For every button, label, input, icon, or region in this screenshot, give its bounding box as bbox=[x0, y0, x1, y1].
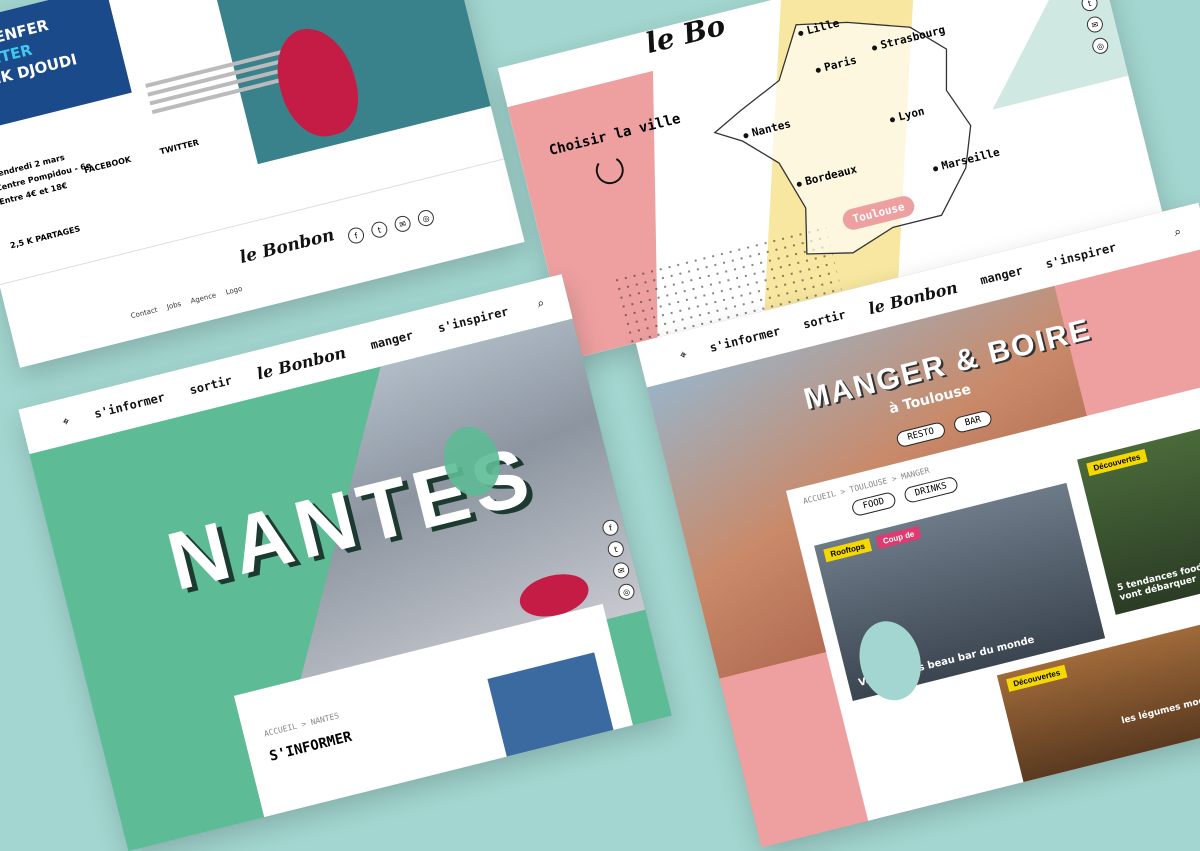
france-outline bbox=[713, 21, 972, 255]
mail-icon[interactable]: ✉ bbox=[392, 214, 413, 234]
nav-sortir[interactable]: sortir bbox=[188, 373, 233, 397]
agence-link[interactable]: Agence bbox=[190, 291, 217, 305]
event-details: Vendredi 2 mars Centre Pompidou - 6e Ent… bbox=[0, 145, 96, 209]
filter-food[interactable]: FOOD bbox=[850, 491, 897, 518]
event-poster: US D'ENFER LE PETER MALIK DJOUDI bbox=[0, 0, 132, 135]
coup-de-badge[interactable]: Coup de bbox=[875, 525, 922, 550]
facebook-icon[interactable]: f bbox=[600, 518, 621, 538]
social-icons: f t ✉ ◎ bbox=[346, 208, 436, 246]
instagram-icon[interactable]: ◎ bbox=[416, 208, 436, 228]
twitter-icon[interactable]: t bbox=[369, 219, 390, 240]
share-count: 2,5 K PARTAGES bbox=[9, 224, 82, 251]
filter-drinks[interactable]: DRINKS bbox=[902, 475, 960, 505]
search-icon[interactable]: ⌕ bbox=[536, 295, 546, 311]
facebook-icon[interactable]: f bbox=[346, 225, 366, 246]
mockup-scene: US D'ENFER LE PETER MALIK DJOUDI Vendred… bbox=[0, 0, 1200, 851]
footer-links: Contact Jobs Agence Logo bbox=[130, 285, 243, 320]
side-article-title: 5 tendances food qui vont débarquer bbox=[1116, 558, 1200, 604]
mail-icon[interactable]: ✉ bbox=[1085, 14, 1105, 35]
article-thumbnail bbox=[487, 652, 614, 757]
nav-logo[interactable]: le Bonbon bbox=[255, 342, 348, 382]
logo-link[interactable]: Logo bbox=[225, 285, 243, 297]
footer-logo[interactable]: le Bonbon bbox=[238, 225, 337, 268]
jobs-link[interactable]: Jobs bbox=[166, 300, 182, 311]
nav-manger[interactable]: manger bbox=[979, 263, 1024, 287]
nantes-panel: ⌖ s'informer sortir le Bonbon manger s'i… bbox=[18, 274, 672, 851]
nav-sortir[interactable]: sortir bbox=[802, 308, 847, 332]
twitter-icon[interactable]: t bbox=[1079, 0, 1100, 13]
location-icon[interactable]: ⌖ bbox=[678, 347, 688, 363]
search-icon[interactable]: ⌕ bbox=[1172, 223, 1182, 239]
twitter-link[interactable]: TWITTER bbox=[159, 138, 200, 156]
mail-icon[interactable]: ✉ bbox=[611, 560, 631, 581]
decouvertes-badge[interactable]: Découvertes bbox=[1086, 448, 1148, 477]
contact-link[interactable]: Contact bbox=[130, 306, 158, 320]
twitter-icon[interactable]: t bbox=[606, 539, 626, 559]
nav-informer[interactable]: s'informer bbox=[93, 390, 166, 421]
facebook-link[interactable]: FACEBOOK bbox=[83, 155, 132, 175]
share-links: FACEBOOK TWITTER bbox=[83, 138, 200, 175]
nav-inspirer[interactable]: s'inspirer bbox=[436, 304, 509, 335]
location-icon[interactable]: ⌖ bbox=[61, 413, 71, 429]
bottom-article-title: les légumes moches bbox=[1120, 691, 1200, 727]
nav-informer[interactable]: s'informer bbox=[708, 324, 781, 355]
nav-manger[interactable]: manger bbox=[369, 328, 414, 352]
decouvertes-badge[interactable]: Découvertes bbox=[1006, 664, 1068, 692]
nav-inspirer[interactable]: s'inspirer bbox=[1044, 240, 1117, 271]
nav-logo[interactable]: le Bonbon bbox=[866, 277, 959, 317]
side-article-card[interactable]: Découvertes 5 tendances food qui vont dé… bbox=[1077, 428, 1200, 615]
rooftops-badge[interactable]: Rooftops bbox=[823, 538, 873, 563]
